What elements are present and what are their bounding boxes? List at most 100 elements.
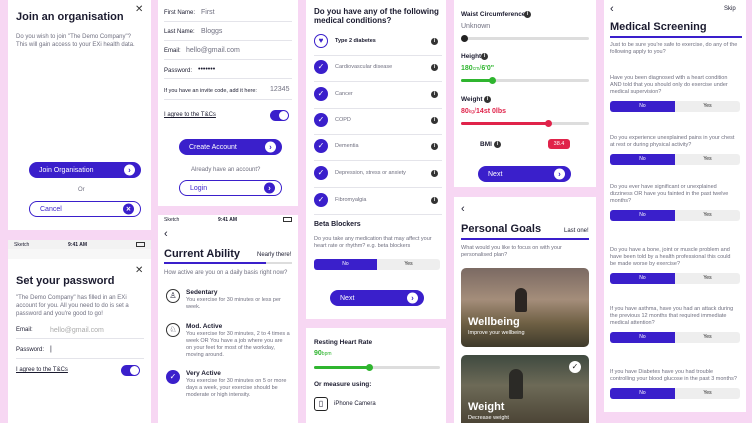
- divider: [314, 187, 442, 188]
- info-icon[interactable]: i: [431, 170, 438, 177]
- option-title: Mod. Active: [186, 323, 223, 330]
- last-name-field[interactable]: Bloggs: [201, 28, 222, 35]
- arrow-right-icon: ›: [264, 182, 275, 194]
- yes-no-toggle[interactable]: No Yes: [610, 273, 740, 284]
- yes-option[interactable]: Yes: [675, 332, 740, 343]
- section-title: Beta Blockers: [314, 221, 361, 228]
- iphone-camera-option[interactable]: ▯ iPhone Camera: [314, 397, 434, 413]
- join-organisation-button[interactable]: Join Organisation ›: [29, 162, 141, 178]
- bmi-label: BMI: [480, 141, 492, 148]
- condition-row[interactable]: ♥ Type 2 diabetes i: [314, 34, 442, 56]
- password-field[interactable]: |: [50, 346, 52, 353]
- no-option[interactable]: No: [610, 154, 675, 165]
- checkmark-icon: ✓: [314, 139, 328, 153]
- info-icon[interactable]: i: [431, 143, 438, 150]
- cancel-button[interactable]: Cancel ×: [29, 201, 141, 217]
- no-option[interactable]: No: [610, 101, 675, 112]
- yes-no-toggle[interactable]: No Yes: [610, 154, 740, 165]
- terms-label: I agree to the T&Cs: [16, 367, 68, 373]
- create-account-button[interactable]: Create Account ›: [179, 139, 282, 155]
- camera-icon: ▯: [314, 397, 328, 411]
- beta-blockers-toggle[interactable]: No Yes: [314, 259, 440, 270]
- info-icon[interactable]: i: [431, 197, 438, 204]
- no-option[interactable]: No: [610, 210, 675, 221]
- info-icon[interactable]: i: [484, 96, 491, 103]
- email-field[interactable]: hello@gmail.com: [186, 47, 240, 54]
- or-divider: Or: [78, 187, 85, 193]
- yes-no-toggle[interactable]: No Yes: [610, 388, 740, 399]
- yes-no-toggle[interactable]: No Yes: [610, 332, 740, 343]
- no-option[interactable]: No: [610, 388, 675, 399]
- no-option[interactable]: No: [314, 259, 377, 270]
- info-icon[interactable]: i: [481, 53, 488, 60]
- current-ability-screen: Sketch 9:41 AM ‹ Current Ability Nearly …: [158, 215, 298, 423]
- condition-row[interactable]: ✓ Depression, stress or anxiety i: [314, 166, 442, 188]
- resting-heart-rate-screen: Resting Heart Rate 90bpm Or measure usin…: [306, 328, 446, 423]
- yes-option[interactable]: Yes: [675, 273, 740, 284]
- login-button[interactable]: Login ›: [179, 180, 282, 196]
- yes-option[interactable]: Yes: [675, 210, 740, 221]
- checkmark-icon: ✓: [314, 166, 328, 180]
- info-icon[interactable]: i: [431, 91, 438, 98]
- divider: [314, 55, 442, 56]
- invite-code-field[interactable]: 12345: [270, 86, 289, 93]
- personal-goals-screen: ‹ Personal Goals Last one! What would yo…: [454, 197, 596, 423]
- waist-slider[interactable]: [461, 37, 589, 40]
- condition-row[interactable]: ✓ COPD i: [314, 113, 442, 135]
- height-knob[interactable]: [489, 77, 496, 84]
- next-button[interactable]: Next ›: [330, 290, 424, 306]
- yes-option[interactable]: Yes: [377, 259, 440, 270]
- waist-knob[interactable]: [461, 35, 468, 42]
- condition-row[interactable]: ✓ Cardiovascular disease i: [314, 60, 442, 82]
- yes-option[interactable]: Yes: [675, 154, 740, 165]
- info-icon[interactable]: i: [524, 11, 531, 18]
- progress-bar: [610, 36, 742, 38]
- checkmark-icon: ✓: [314, 193, 328, 207]
- page-title: Set your password: [16, 275, 115, 287]
- password-field[interactable]: •••••••: [198, 66, 215, 73]
- waist-label: Waist Circumference: [461, 11, 526, 18]
- weight-knob[interactable]: [545, 120, 552, 127]
- yes-no-toggle[interactable]: No Yes: [610, 210, 740, 221]
- divider: [314, 160, 442, 161]
- bmi-badge: 38.4: [548, 139, 570, 149]
- progress-text: Last one!: [564, 228, 589, 234]
- question-text: Do you have a bone, joint or muscle prob…: [610, 247, 731, 267]
- no-option[interactable]: No: [610, 273, 675, 284]
- goal-card-weight[interactable]: ✓ Weight Decrease weight: [461, 355, 589, 423]
- join-organisation-screen: Join an organisation ✕ Do you wish to jo…: [8, 0, 151, 230]
- height-value: 180cm/6'0": [461, 65, 495, 72]
- first-name-field[interactable]: First: [201, 9, 215, 16]
- info-icon[interactable]: i: [494, 141, 501, 148]
- status-bar: Sketch 9:41 AM: [8, 240, 151, 249]
- terms-toggle[interactable]: [270, 110, 289, 121]
- back-icon[interactable]: ‹: [164, 228, 168, 240]
- battery-icon: [283, 217, 292, 222]
- weight-fill: [461, 122, 549, 125]
- wellbeing-photo: [515, 288, 527, 312]
- email-field[interactable]: hello@gmail.com: [50, 327, 104, 334]
- info-icon[interactable]: i: [431, 117, 438, 124]
- page-title: Personal Goals: [461, 223, 542, 235]
- yes-option[interactable]: Yes: [675, 101, 740, 112]
- condition-row[interactable]: ✓ Dementia i: [314, 139, 442, 161]
- condition-row[interactable]: ✓ Cancer i: [314, 87, 442, 109]
- info-icon[interactable]: i: [431, 64, 438, 71]
- option-mod-active[interactable]: ♘ Mod. Active You exercise for 30 minute…: [164, 321, 294, 371]
- goal-card-wellbeing[interactable]: Wellbeing Improve your wellbeing: [461, 268, 589, 347]
- close-icon[interactable]: ✕: [135, 265, 143, 276]
- terms-toggle[interactable]: [121, 365, 140, 376]
- yes-no-toggle[interactable]: No Yes: [610, 101, 740, 112]
- option-very-active[interactable]: ✓ Very Active You exercise for 30 minute…: [164, 368, 294, 418]
- back-icon[interactable]: ‹: [610, 3, 614, 15]
- skip-link[interactable]: Skip: [724, 6, 736, 12]
- heart-rate-knob[interactable]: [366, 364, 373, 371]
- first-name-label: First Name:: [164, 10, 196, 16]
- yes-option[interactable]: Yes: [675, 388, 740, 399]
- no-option[interactable]: No: [610, 332, 675, 343]
- condition-row[interactable]: ✓ Fibromyalgia i: [314, 193, 442, 215]
- close-icon[interactable]: ✕: [135, 4, 143, 15]
- back-icon[interactable]: ‹: [461, 203, 465, 215]
- info-icon[interactable]: i: [431, 38, 438, 45]
- next-button[interactable]: Next ›: [478, 166, 571, 182]
